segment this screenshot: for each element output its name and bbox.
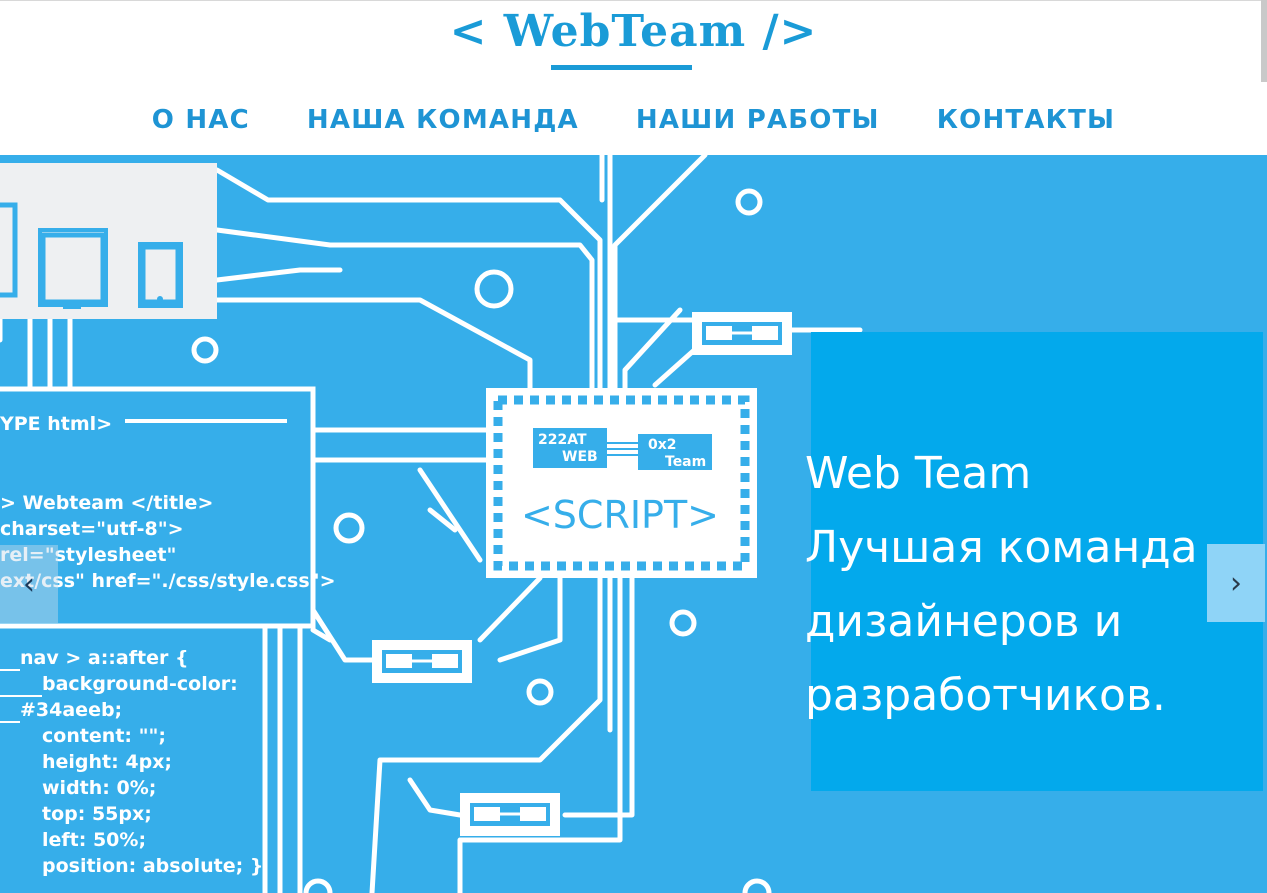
nav-works[interactable]: НАШИ РАБОТЫ	[636, 105, 880, 135]
code-line: background-color:	[42, 673, 238, 695]
chevron-left-icon: ‹	[23, 566, 35, 602]
code-line: height: 4px;	[42, 751, 172, 773]
main-nav: О НАС НАША КОМАНДА НАШИ РАБОТЫ КОНТАКТЫ	[0, 105, 1267, 135]
top-border	[0, 0, 1267, 1]
code-line: left: 50%;	[42, 829, 146, 851]
caption-title: Web Team	[805, 448, 1032, 499]
chip-label: 0x2	[648, 437, 677, 453]
scrollbar-thumb[interactable]	[1261, 0, 1267, 82]
prev-slide-button[interactable]: ‹	[0, 545, 58, 623]
next-slide-button[interactable]: ›	[1207, 544, 1265, 622]
small-chip-2	[372, 640, 472, 683]
chip-label: WEB	[562, 449, 598, 465]
site-header: < WebTeam /> О НАС НАША КОМАНДА НАШИ РАБ…	[0, 0, 1267, 155]
caption-line: разработчиков.	[805, 670, 1166, 721]
code-line: #34aeeb;	[20, 699, 122, 721]
code-line: nav > a::after {	[20, 647, 188, 669]
nav-team[interactable]: НАША КОМАНДА	[307, 105, 579, 135]
code-line: YPE html>	[0, 413, 112, 435]
small-chip-1	[692, 312, 792, 355]
chip-label: Team	[665, 454, 706, 470]
small-chip-3	[460, 793, 560, 836]
code-line: content: "";	[42, 725, 166, 747]
code-line: charset="utf-8">	[0, 518, 184, 540]
code-line: top: 55px;	[42, 803, 152, 825]
caption-line: Лучшая команда	[805, 522, 1198, 573]
chip-label: 222AT	[538, 432, 587, 448]
nav-about[interactable]: О НАС	[152, 105, 250, 135]
logo-underline	[551, 65, 692, 70]
code-line: width: 0%;	[42, 777, 156, 799]
caption-line: дизайнеров и	[805, 596, 1123, 647]
chip-script-label: <SCRIPT>	[521, 493, 719, 537]
code-line: position: absolute; }	[42, 855, 263, 877]
site-logo[interactable]: < WebTeam />	[0, 6, 1267, 57]
code-line: > Webteam </title>	[0, 492, 213, 514]
nav-contacts[interactable]: КОНТАКТЫ	[937, 105, 1116, 135]
chevron-right-icon: ›	[1230, 565, 1242, 601]
slide-caption: Web Team Лучшая команда дизайнеров и раз…	[805, 437, 1245, 733]
